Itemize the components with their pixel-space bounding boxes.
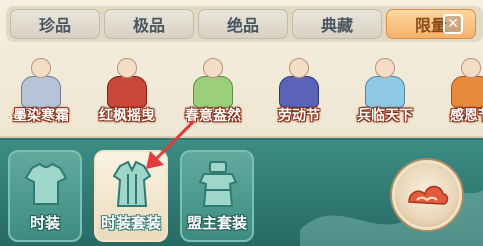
shirt-icon bbox=[24, 162, 68, 205]
costume-item[interactable]: 春意盎然 bbox=[174, 52, 252, 128]
costume-item[interactable]: 红枫摇曳 bbox=[88, 52, 166, 128]
costume-name: 红枫摇曳 bbox=[99, 108, 155, 124]
cloud-emblem-icon bbox=[408, 185, 449, 205]
costume-name: 墨染寒霜 bbox=[13, 108, 69, 124]
labor-day-costume-icon bbox=[274, 54, 324, 108]
costume-name: 劳动节 bbox=[278, 108, 320, 124]
tab-diancang[interactable]: 典藏 bbox=[292, 9, 382, 39]
rarity-tab-strip: 珍品 极品 绝品 典藏 限量 bbox=[6, 6, 483, 42]
category-label: 时装套装 bbox=[100, 213, 161, 232]
costume-name: 春意盎然 bbox=[185, 108, 241, 124]
action-button[interactable] bbox=[392, 160, 462, 230]
robe-icon bbox=[112, 160, 152, 207]
category-tab-shizhuang[interactable]: 时装 bbox=[8, 150, 82, 242]
category-label: 时装 bbox=[29, 213, 60, 232]
costume-name: 感恩节 bbox=[450, 108, 483, 124]
costume-item[interactable]: 兵临天下 bbox=[346, 52, 424, 128]
tab-juepin[interactable]: 绝品 bbox=[198, 9, 288, 39]
close-icon[interactable]: ✕ bbox=[443, 14, 463, 34]
red-maple-costume-icon bbox=[102, 54, 152, 108]
category-tab-mengzhu-taozhuang[interactable]: 盟主套装 bbox=[180, 150, 254, 242]
costume-name: 兵临天下 bbox=[357, 108, 413, 124]
category-label: 盟主套装 bbox=[186, 213, 247, 232]
costume-list: 墨染寒霜 红枫摇曳 春意盎然 劳动节 兵临天下 感恩 bbox=[0, 52, 483, 128]
thanksgiving-costume-icon bbox=[446, 54, 483, 108]
costume-item[interactable]: 墨染寒霜 bbox=[2, 52, 80, 128]
costume-item[interactable]: 劳动节 bbox=[260, 52, 338, 128]
category-tab-shizhuang-taozhuang[interactable]: 时装套装 bbox=[94, 150, 168, 242]
costume-panel: 珍品 极品 绝品 典藏 限量 ✕ 墨染寒霜 红枫摇曳 春意盎然 劳动节 兵临天下… bbox=[0, 0, 483, 138]
tab-zhenpin[interactable]: 珍品 bbox=[10, 9, 100, 39]
silver-armor-costume-icon bbox=[16, 54, 66, 108]
tab-jipin[interactable]: 极品 bbox=[104, 9, 194, 39]
ice-warrior-costume-icon bbox=[360, 54, 410, 108]
leader-robe-icon bbox=[198, 161, 238, 207]
spring-green-costume-icon bbox=[188, 54, 238, 108]
costume-item[interactable]: 感恩节 bbox=[432, 52, 483, 128]
